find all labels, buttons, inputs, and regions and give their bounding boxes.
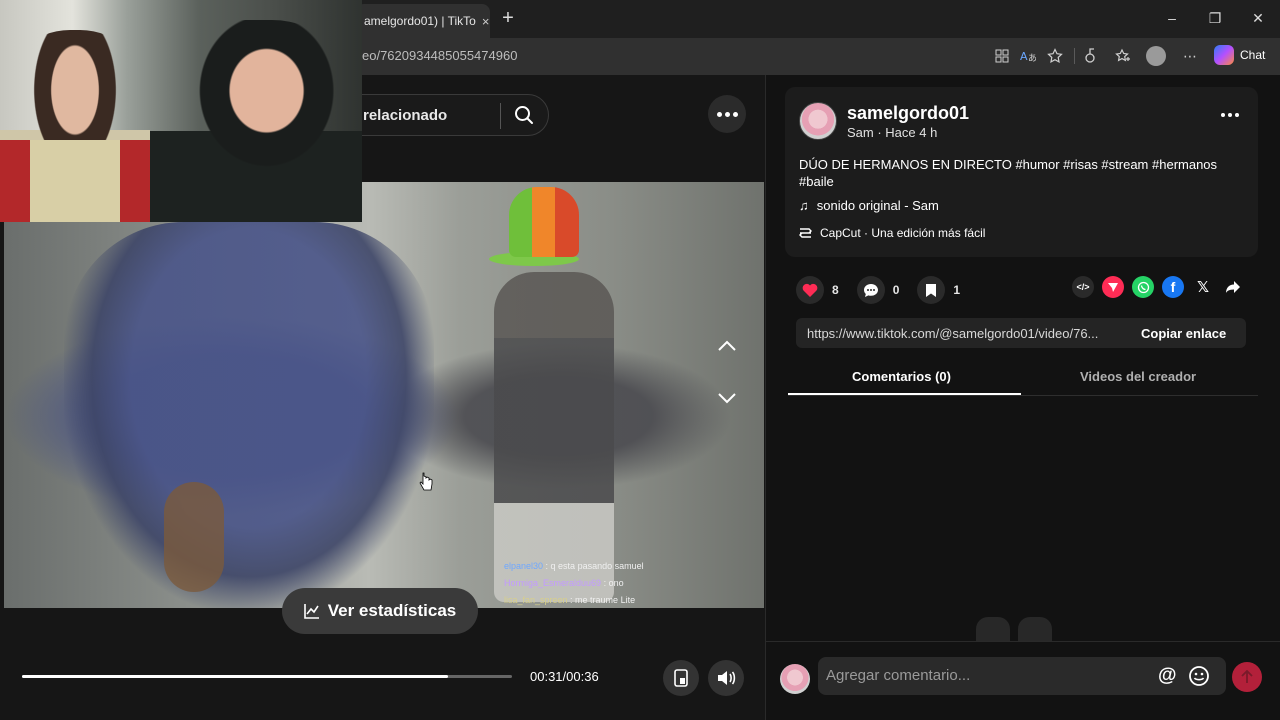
- browser-tab[interactable]: amelgordo01) | TikTo ×: [356, 4, 490, 38]
- bookmark-icon: [917, 276, 946, 304]
- post-more-icon[interactable]: [1221, 113, 1239, 117]
- copilot-label: Chat: [1240, 48, 1266, 62]
- search-text[interactable]: relacionado: [363, 107, 447, 124]
- chat-line: lisa_fan_spreen : me traume Lite: [504, 595, 636, 605]
- url-text[interactable]: eo/7620934485055474960: [362, 48, 517, 63]
- comment-input[interactable]: Agregar comentario... @: [818, 657, 1226, 695]
- tab-title: amelgordo01) | TikTo: [364, 14, 476, 28]
- mouse-cursor-icon: [419, 472, 433, 491]
- webcam-person-left: [0, 30, 150, 222]
- video-player[interactable]: elpanel30 : q esta pasando samuel Hormig…: [4, 182, 764, 608]
- author-subtitle: Sam · Hace 4 h: [847, 125, 938, 140]
- webcam-person-right: [150, 20, 362, 222]
- share-buttons: </> f 𝕏: [1072, 276, 1244, 298]
- video-hat: [509, 187, 579, 257]
- apps-icon[interactable]: [992, 46, 1012, 66]
- comment-edit-icon: [1018, 617, 1052, 641]
- search-box[interactable]: relacionado: [340, 94, 549, 136]
- close-window-icon[interactable]: ✕: [1250, 10, 1266, 27]
- video-person-right: [494, 272, 614, 602]
- minimize-icon[interactable]: –: [1164, 10, 1180, 26]
- chart-line-icon: [303, 604, 319, 619]
- active-tab-indicator: [788, 393, 1021, 395]
- profile-avatar[interactable]: [1146, 46, 1166, 66]
- chat-line: elpanel30 : q esta pasando samuel: [504, 561, 644, 571]
- music-note-icon: ♫: [799, 198, 809, 213]
- comment-placeholder: Agregar comentario...: [826, 667, 971, 684]
- more-options-button[interactable]: [708, 95, 746, 133]
- capcut-link[interactable]: CapCut · Una edición más fácil: [799, 226, 985, 240]
- capcut-label: CapCut · Una edición más fácil: [820, 226, 986, 240]
- send-to-friends-icon[interactable]: [1102, 276, 1124, 298]
- extensions-icon[interactable]: [1080, 46, 1100, 66]
- copilot-icon: [1214, 45, 1234, 65]
- view-stats-label: Ver estadísticas: [327, 601, 457, 620]
- copilot-button[interactable]: Chat: [1214, 45, 1265, 65]
- comment-icon: [856, 276, 885, 304]
- sound-link[interactable]: ♫ sonido original - Sam: [799, 198, 939, 213]
- post-description: DÚO DE HERMANOS EN DIRECTO #humor #risas…: [799, 157, 1218, 189]
- x-twitter-icon[interactable]: 𝕏: [1192, 276, 1214, 298]
- post-info-card: samelgordo01 Sam · Hace 4 h DÚO DE HERMA…: [785, 87, 1258, 257]
- video-time: 00:31/00:36: [530, 669, 599, 684]
- copy-link-button[interactable]: Copiar enlace: [1141, 326, 1226, 341]
- current-user-avatar: [780, 664, 810, 694]
- arrow-up-icon: [1241, 670, 1253, 683]
- copy-link-row: https://www.tiktok.com/@samelgordo01/vid…: [796, 318, 1246, 348]
- new-tab-button[interactable]: +: [498, 8, 518, 28]
- like-count: 8: [832, 283, 839, 297]
- next-video-icon[interactable]: [713, 384, 741, 412]
- mention-icon[interactable]: @: [1158, 665, 1177, 687]
- webcam-overlay: [0, 0, 362, 222]
- send-comment-button[interactable]: [1232, 662, 1262, 692]
- svg-text:A: A: [1020, 50, 1028, 63]
- chat-line: Hormiga_Esmeralduu69 : ono: [504, 578, 624, 588]
- tab-comments[interactable]: Comentarios (0): [852, 369, 951, 384]
- details-pane: samelgordo01 Sam · Hace 4 h DÚO DE HERMA…: [765, 75, 1280, 720]
- restore-icon[interactable]: ❐: [1207, 10, 1223, 27]
- previous-video-icon[interactable]: [713, 332, 741, 360]
- search-divider: [500, 103, 501, 129]
- video-person-left: [64, 222, 434, 608]
- stream-chat-overlay: elpanel30 : q esta pasando samuel Hormig…: [504, 558, 644, 608]
- heart-icon: [796, 276, 824, 304]
- translate-icon[interactable]: Aあ: [1018, 46, 1038, 66]
- whatsapp-icon[interactable]: [1132, 276, 1154, 298]
- author-name[interactable]: samelgordo01: [847, 103, 969, 124]
- svg-text:あ: あ: [1028, 53, 1036, 63]
- volume-icon: [718, 671, 736, 685]
- like-button[interactable]: 8: [796, 276, 839, 304]
- comment-bar: Agregar comentario... @: [766, 641, 1280, 720]
- view-stats-button[interactable]: Ver estadísticas: [282, 588, 478, 634]
- video-progress-bar[interactable]: [22, 675, 512, 678]
- search-icon[interactable]: [514, 105, 534, 130]
- comment-button[interactable]: 0: [856, 276, 900, 304]
- author-avatar[interactable]: [799, 102, 837, 140]
- share-arrow-icon[interactable]: [1222, 276, 1244, 298]
- volume-button[interactable]: [708, 660, 744, 696]
- details-tabs: Comentarios (0) Videos del creador: [788, 360, 1258, 396]
- video-progress-fill: [22, 675, 449, 678]
- video-link[interactable]: https://www.tiktok.com/@samelgordo01/vid…: [807, 326, 1119, 341]
- floating-player-button[interactable]: [663, 660, 699, 696]
- emoji-icon[interactable]: [1188, 665, 1210, 687]
- post-actions: 8 0 1: [796, 276, 960, 304]
- facebook-icon[interactable]: f: [1162, 276, 1184, 298]
- pip-icon: [674, 669, 688, 687]
- comment-bubble-icon: [976, 617, 1010, 641]
- capcut-icon: [799, 228, 812, 238]
- save-count: 1: [953, 283, 961, 297]
- save-button[interactable]: 1: [917, 276, 960, 304]
- settings-more-icon[interactable]: ⋯: [1180, 46, 1200, 66]
- toolbar-separator: [1074, 48, 1075, 64]
- tab-close-icon[interactable]: ×: [482, 14, 490, 29]
- video-guitar: [164, 482, 224, 592]
- embed-icon[interactable]: </>: [1072, 276, 1094, 298]
- comment-count: 0: [892, 283, 900, 297]
- tab-creator-videos[interactable]: Videos del creador: [1080, 369, 1196, 384]
- empty-comments-illustration: [976, 617, 1052, 641]
- collections-icon[interactable]: [1113, 46, 1133, 66]
- favorite-star-icon[interactable]: [1045, 46, 1065, 66]
- sound-label: sonido original - Sam: [816, 198, 939, 213]
